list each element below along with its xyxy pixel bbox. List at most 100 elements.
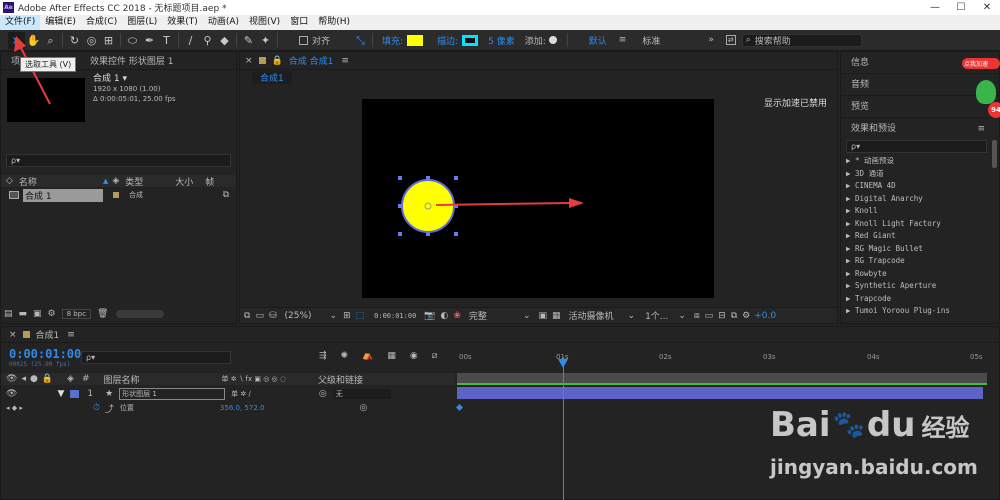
col-size[interactable]: 大小 <box>175 175 193 188</box>
region-icon[interactable]: ⬚ <box>356 311 365 321</box>
grid-icon[interactable]: ⊞ <box>343 311 351 321</box>
effect-category[interactable]: ▶ * 动画预设 <box>841 155 999 168</box>
flowchart-icon[interactable]: ⧉ <box>731 311 737 321</box>
workspace-default[interactable]: 默认 <box>589 34 607 47</box>
resolution-value[interactable]: 完整 <box>469 309 487 322</box>
close-timeline-icon[interactable]: × <box>9 330 17 340</box>
stopwatch-icon[interactable]: ⏱ <box>93 403 100 413</box>
menu-layer[interactable]: 图层(L) <box>122 15 162 30</box>
views-dropdown-icon[interactable]: ⌄ <box>678 311 686 321</box>
expand-layer-icon[interactable]: ▼ <box>57 389 64 399</box>
orbit-camera-icon[interactable]: ◎ <box>83 32 100 49</box>
effect-category[interactable]: ▶ Trapcode <box>841 293 999 306</box>
toggle-pixel-icon[interactable]: ⧈ <box>694 311 700 321</box>
graph-icon[interactable]: ⤴ <box>105 402 114 415</box>
comp-timecode[interactable]: 0:00:01:00 <box>374 312 416 320</box>
keyframe-marker[interactable] <box>455 403 464 412</box>
frame-blending-icon[interactable]: ▦ <box>387 351 396 361</box>
new-folder-icon[interactable]: ▬ <box>19 309 28 319</box>
minimize-button[interactable]: — <box>922 2 948 13</box>
playhead-icon[interactable] <box>558 359 568 368</box>
layer-row[interactable]: 👁 ▼ 1 ★ 形状图层 1 单 ✲ ∕ ◎ 无 <box>1 387 455 400</box>
layer-parent[interactable]: 无 <box>332 388 391 399</box>
camera-value[interactable]: 活动摄像机 <box>569 309 614 322</box>
new-comp-icon[interactable]: ▣ <box>33 309 42 319</box>
keyframe-nav-icon[interactable]: ◂ ◆ ▸ <box>6 404 23 412</box>
fast-previews-icon[interactable]: ▭ <box>705 311 714 321</box>
comp-tab-label[interactable]: 合成 合成1 <box>289 54 334 67</box>
views-value[interactable]: 1个... <box>645 309 668 322</box>
draft-3d-icon[interactable]: ✺ <box>341 351 349 361</box>
menu-window[interactable]: 窗口 <box>285 15 313 30</box>
snap-options-icon[interactable]: ⤡ <box>352 32 369 49</box>
pan-behind-icon[interactable]: ⊞ <box>100 32 117 49</box>
fill-color-swatch[interactable] <box>407 34 424 46</box>
current-time-indicator[interactable] <box>563 357 564 500</box>
project-search[interactable]: ρ▾ <box>6 154 231 167</box>
bpc-label[interactable]: 8 bpc <box>61 309 92 319</box>
shy-layers-icon[interactable]: ⛺ <box>362 351 373 361</box>
eraser-tool-icon[interactable]: ◆ <box>216 32 233 49</box>
workspace-overflow-icon[interactable]: » <box>708 35 714 45</box>
brush-tool-icon[interactable]: ∕ <box>182 32 199 49</box>
col-name[interactable]: 名称 <box>19 175 37 188</box>
rotate-tool-icon[interactable]: ↻ <box>66 32 83 49</box>
col-parent[interactable]: 父级和链接 <box>318 373 363 386</box>
show-snapshot-icon[interactable]: ◐ <box>441 311 449 321</box>
work-area-bar[interactable] <box>457 373 987 383</box>
mask-icon[interactable]: ⛁ <box>269 311 277 321</box>
timeline-search[interactable]: ρ▾ <box>81 351 231 364</box>
effect-category[interactable]: ▶ Synthetic Aperture <box>841 280 999 293</box>
close-button[interactable]: ✕ <box>974 2 1000 13</box>
transparency-grid-icon[interactable]: ▦ <box>552 311 561 321</box>
timeline-icon[interactable]: ⊟ <box>718 311 726 321</box>
workspace-standard[interactable]: 标准 <box>642 34 660 47</box>
comp-canvas[interactable] <box>362 99 714 298</box>
effect-category[interactable]: ▶ Digital Anarchy <box>841 193 999 206</box>
always-preview-icon[interactable]: ⧉ <box>244 311 250 321</box>
effect-category[interactable]: ▶ Tumoi Yoroou Plug-ins <box>841 305 999 318</box>
lock-icon[interactable]: 🔒 <box>272 56 283 66</box>
col-type[interactable]: 类型 <box>125 175 143 188</box>
timeline-menu-icon[interactable]: ≡ <box>67 330 75 340</box>
close-tab-icon[interactable]: × <box>245 56 253 66</box>
effect-category[interactable]: ▶ Knoll <box>841 205 999 218</box>
scrollbar[interactable] <box>116 310 165 318</box>
maximize-button[interactable]: ☐ <box>948 2 974 13</box>
text-tool-icon[interactable]: T <box>158 32 175 49</box>
menu-composition[interactable]: 合成(C) <box>81 15 122 30</box>
motion-blur-icon[interactable]: ◉ <box>410 351 418 361</box>
effects-search[interactable]: ρ▾ <box>846 140 987 153</box>
effect-category[interactable]: ▶ Rowbyte <box>841 268 999 281</box>
effects-scrollbar[interactable] <box>992 140 997 168</box>
comp-subtab[interactable]: 合成1 <box>252 70 292 84</box>
ellipse-tool-icon[interactable]: ⬭ <box>124 32 141 49</box>
comp-mini-flowchart-icon[interactable]: ⇶ <box>319 351 327 361</box>
clone-stamp-icon[interactable]: ⚲ <box>199 32 216 49</box>
parent-pickwhip-icon[interactable]: ◎ <box>319 389 327 399</box>
zoom-value[interactable]: (25%) <box>285 311 312 321</box>
color-channels-icon[interactable]: ❀ <box>453 311 461 321</box>
project-row[interactable]: 合成 1 合成 ⧉ <box>9 188 229 202</box>
add-play-icon[interactable] <box>548 36 557 44</box>
stroke-label[interactable]: 描边: <box>437 34 458 47</box>
visibility-toggle-icon[interactable]: 👁 <box>6 389 17 399</box>
timeline-timecode[interactable]: 0:00:01:00 <box>9 347 81 361</box>
fill-label[interactable]: 填充: <box>382 34 403 47</box>
help-search[interactable]: ⌕ 搜索帮助 <box>741 33 862 47</box>
menu-effect[interactable]: 效果(T) <box>162 15 203 30</box>
workspace-menu-icon[interactable]: ≡ <box>619 35 627 45</box>
roi-icon[interactable]: ▣ <box>538 311 547 321</box>
stroke-color-swatch[interactable] <box>462 34 479 46</box>
exposure-icon[interactable]: ⚙ <box>742 311 750 321</box>
menu-animation[interactable]: 动画(A) <box>203 15 244 30</box>
expression-icon[interactable]: ◎ <box>359 403 367 413</box>
interpret-footage-icon[interactable]: ▤ <box>4 309 13 319</box>
pen-tool-icon[interactable]: ✒ <box>141 32 158 49</box>
zoom-dropdown-icon[interactable]: ⌄ <box>330 311 338 321</box>
roto-brush-icon[interactable]: ✎ <box>240 32 257 49</box>
menu-help[interactable]: 帮助(H) <box>313 15 355 30</box>
panel-menu-icon[interactable]: ≡ <box>341 56 349 66</box>
effect-category[interactable]: ▶ 3D 通道 <box>841 168 999 181</box>
effect-category[interactable]: ▶ CINEMA 4D <box>841 180 999 193</box>
